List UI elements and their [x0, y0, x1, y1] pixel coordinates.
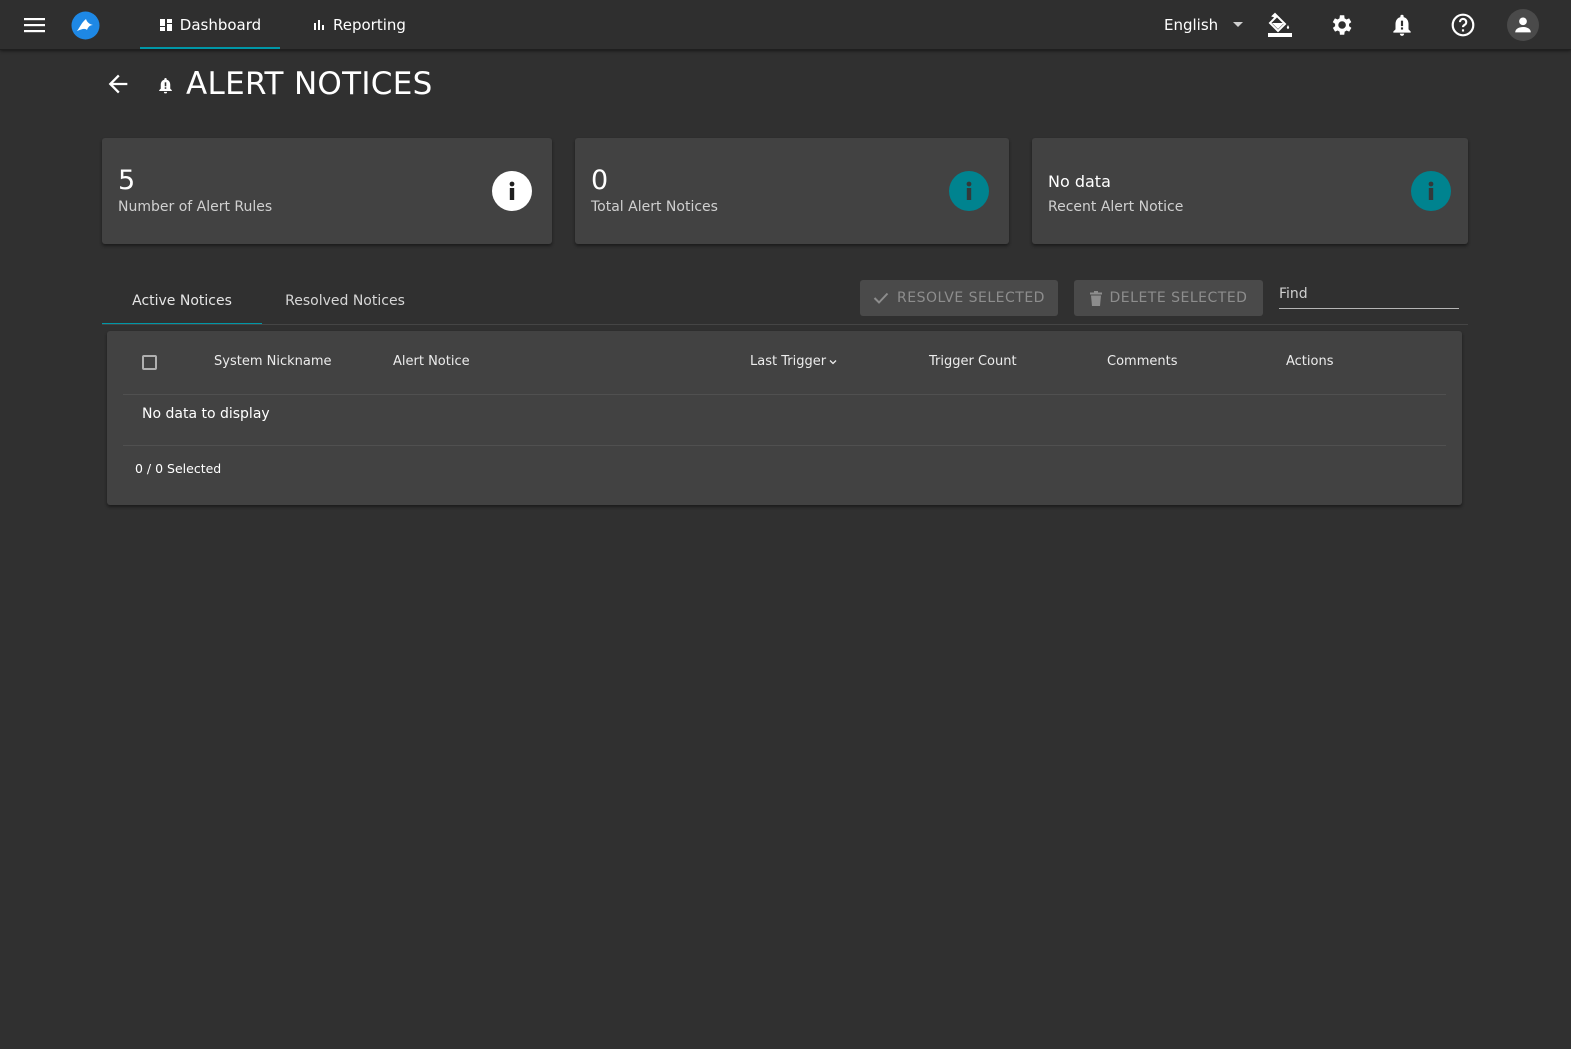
- select-all-checkbox[interactable]: [142, 355, 157, 370]
- caret-down-icon: [1233, 22, 1244, 27]
- delete-selected-label: DELETE SELECTED: [1109, 290, 1248, 306]
- check-icon: [873, 292, 889, 304]
- info-icon[interactable]: [492, 171, 532, 211]
- gear-icon[interactable]: [1328, 12, 1354, 38]
- info-icon[interactable]: [949, 171, 989, 211]
- bell-icon: [156, 76, 175, 95]
- paint-bucket-icon[interactable]: [1267, 12, 1293, 38]
- page-title: ALERT NOTICES: [186, 66, 433, 102]
- resolve-selected-button[interactable]: RESOLVE SELECTED: [860, 280, 1058, 316]
- selected-count: 0 / 0 Selected: [135, 461, 222, 476]
- arrow-back-icon: [108, 74, 128, 94]
- column-header-actions: Actions: [1286, 354, 1334, 369]
- column-header-last-trigger[interactable]: Last Trigger: [750, 354, 837, 369]
- stat-value: No data: [1048, 172, 1111, 191]
- column-header-comments[interactable]: Comments: [1107, 354, 1177, 369]
- info-icon[interactable]: [1411, 171, 1451, 211]
- stat-label: Total Alert Notices: [591, 199, 718, 215]
- stat-value: 5: [118, 165, 136, 196]
- column-header-system-nickname[interactable]: System Nickname: [214, 354, 332, 369]
- column-header-last-trigger-label: Last Trigger: [750, 354, 827, 369]
- nav-tab-reporting[interactable]: Reporting: [312, 0, 406, 50]
- stat-card-alert-rules: 5 Number of Alert Rules: [102, 138, 552, 244]
- find-input[interactable]: [1279, 280, 1459, 309]
- resolve-selected-label: RESOLVE SELECTED: [897, 290, 1045, 306]
- person-icon: [1515, 17, 1531, 33]
- table-header: System Nickname Alert Notice Last Trigge…: [123, 331, 1446, 395]
- tab-resolved-notices[interactable]: Resolved Notices: [265, 278, 425, 324]
- help-icon[interactable]: [1450, 12, 1476, 38]
- nav-tab-reporting-label: Reporting: [333, 16, 406, 34]
- back-button[interactable]: [104, 70, 132, 98]
- nav-tab-dashboard[interactable]: Dashboard: [140, 0, 280, 50]
- nav-tab-dashboard-label: Dashboard: [179, 16, 262, 34]
- column-header-alert-notice[interactable]: Alert Notice: [393, 354, 470, 369]
- language-select[interactable]: English: [1164, 14, 1244, 36]
- menu-icon[interactable]: [22, 13, 48, 37]
- delete-selected-button[interactable]: DELETE SELECTED: [1074, 280, 1263, 316]
- user-avatar[interactable]: [1507, 9, 1539, 41]
- language-select-value: English: [1164, 16, 1219, 34]
- bar-chart-icon: [314, 20, 324, 30]
- table-row: No data to display: [123, 396, 1446, 446]
- trash-icon: [1089, 290, 1102, 306]
- tab-active-notices[interactable]: Active Notices: [102, 278, 262, 325]
- dashboard-icon: [159, 19, 172, 31]
- notices-table: System Nickname Alert Notice Last Trigge…: [107, 331, 1462, 505]
- stat-card-recent-notice: No data Recent Alert Notice: [1032, 138, 1468, 244]
- column-header-trigger-count[interactable]: Trigger Count: [929, 354, 1017, 369]
- stat-label: Recent Alert Notice: [1048, 199, 1184, 215]
- stat-label: Number of Alert Rules: [118, 199, 273, 215]
- sort-down-icon: [829, 359, 837, 364]
- stat-card-total-notices: 0 Total Alert Notices: [575, 138, 1009, 244]
- bell-icon[interactable]: [1389, 12, 1415, 38]
- top-app-bar: Dashboard Reporting English: [0, 0, 1571, 50]
- tabs-divider: [102, 324, 1468, 325]
- logo-icon[interactable]: [71, 11, 100, 40]
- stat-value: 0: [591, 165, 609, 196]
- empty-message: No data to display: [142, 406, 270, 422]
